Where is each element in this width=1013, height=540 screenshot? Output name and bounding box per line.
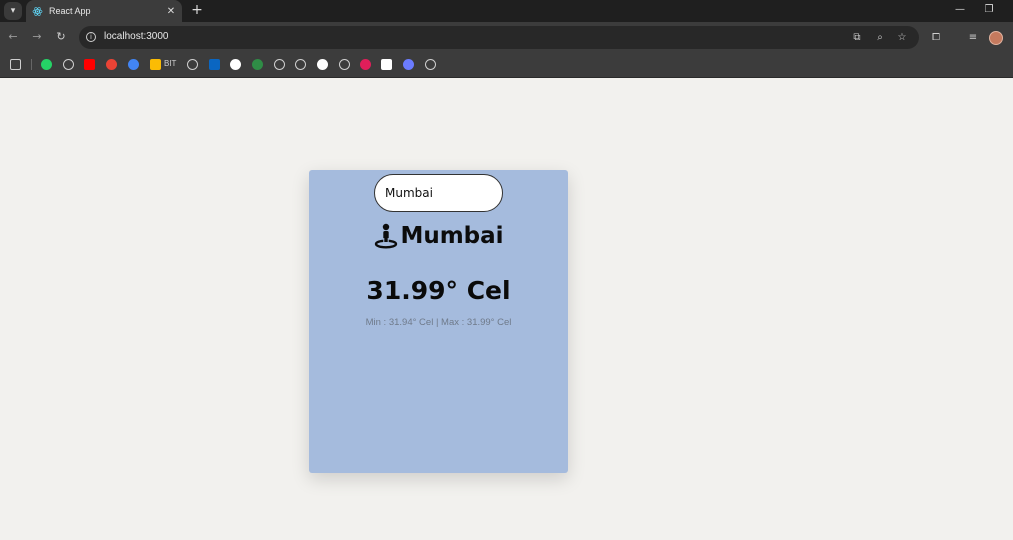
site-info-icon[interactable]: i [86, 32, 96, 42]
threads-icon[interactable] [230, 59, 241, 70]
forward-icon[interactable]: → [28, 28, 46, 46]
github-icon[interactable] [317, 59, 328, 70]
tab-bar: ▾ React App ✕ + — ❐ [0, 0, 1013, 22]
globe-icon[interactable] [187, 59, 198, 70]
bookmark-separator [31, 59, 32, 70]
street-view-icon [375, 223, 398, 249]
temperature-value: 31.99° Cel [366, 276, 511, 305]
google-icon[interactable] [128, 59, 139, 70]
weather-card: Mumbai 31.99° Cel Min : 31.94° Cel | Max… [309, 170, 568, 473]
close-tab-icon[interactable]: ✕ [163, 6, 179, 17]
refresh-link-icon[interactable] [425, 59, 436, 70]
address-bar[interactable]: i localhost:3000 ⧉ ⌕ ☆ [79, 26, 919, 49]
min-max-temperature: Min : 31.94° Cel | Max : 31.99° Cel [365, 317, 512, 328]
media-control-icon[interactable]: ≡ [965, 30, 981, 46]
reload-icon[interactable]: ↻ [52, 28, 70, 46]
new-tab-button[interactable]: + [189, 2, 205, 18]
whatsapp-icon[interactable] [41, 59, 52, 70]
bookmark-label[interactable]: BIT [164, 59, 176, 68]
globe-icon[interactable] [295, 59, 306, 70]
city-name: Mumbai [400, 223, 504, 249]
restore-icon[interactable]: ❐ [979, 2, 999, 18]
zoom-icon[interactable]: ⌕ [873, 31, 887, 45]
geeksforgeeks-icon[interactable] [252, 59, 263, 70]
city-search-input[interactable] [374, 174, 503, 212]
bookmarks-bar: BIT [0, 52, 1013, 78]
wordmark-icon[interactable] [381, 59, 392, 70]
extensions-icon[interactable]: ⧠ [928, 30, 944, 46]
react-icon [32, 6, 43, 16]
bookmark-star-icon[interactable]: ☆ [895, 31, 909, 45]
browser-toolbar: ← → ↻ i localhost:3000 ⧉ ⌕ ☆ ⧠ ≡ [0, 22, 1013, 52]
minimize-icon[interactable]: — [950, 2, 970, 18]
tab-title: React App [49, 6, 91, 16]
back-icon[interactable]: ← [4, 28, 22, 46]
city-heading: Mumbai [309, 220, 568, 252]
browser-tab[interactable]: React App ✕ [26, 0, 182, 22]
globe-icon[interactable] [274, 59, 285, 70]
tab-search-button[interactable]: ▾ [4, 2, 22, 20]
profile-avatar[interactable] [989, 31, 1003, 45]
drive-icon[interactable] [150, 59, 161, 70]
gmail-icon[interactable] [106, 59, 117, 70]
globe-icon[interactable] [63, 59, 74, 70]
youtube-icon[interactable] [84, 59, 95, 70]
install-app-icon[interactable]: ⧉ [850, 31, 864, 45]
slack-icon[interactable] [360, 59, 371, 70]
apps-grid-icon[interactable] [10, 59, 21, 70]
url-text: localhost:3000 [104, 31, 169, 42]
globe-icon[interactable] [339, 59, 350, 70]
copilot-icon[interactable] [403, 59, 414, 70]
linkedin-icon[interactable] [209, 59, 220, 70]
